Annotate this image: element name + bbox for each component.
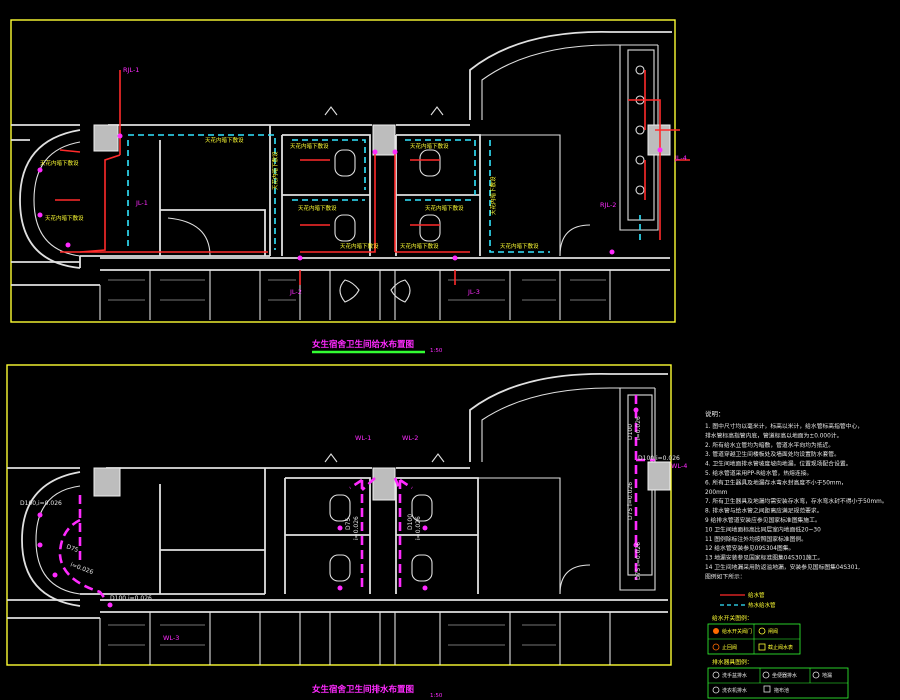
note-10: 天花内暗下敷设 (500, 242, 539, 250)
bottom-shaft-left (93, 467, 121, 497)
note-6: 天花内暗下敷设 (298, 204, 337, 212)
bottom-shaft-right (647, 461, 671, 491)
pipe-label-10: i=0.026 (635, 416, 642, 440)
legend3-item-3: 地漏 (822, 672, 832, 679)
notes-line: 200mm (705, 490, 728, 496)
notes-line: 图例如下所示： (705, 572, 746, 580)
notes-line: 13 地漏安装参见国家标准图集04S301施工。 (705, 554, 823, 562)
label-jl4: JL-4 (674, 154, 687, 162)
note-8: 天花内暗下敷设 (340, 242, 379, 250)
notes-line: 5. 给水管道采用PP-R给水管，热熔连接。 (705, 469, 812, 477)
notes-line: 排水管标高指管内底，管道标高以地面为±0.000计。 (705, 431, 842, 439)
label-wl2: WL-2 (402, 434, 418, 442)
note-3: 天花内暗下敷设 (45, 214, 84, 222)
pipe-label-8: i=0.026 (415, 516, 422, 540)
legend3-heading: 排水器具图例： (712, 658, 753, 666)
notes-line: 7. 所有卫生器具及地漏均需安装存水弯，存水弯水封不得小于50mm。 (705, 497, 888, 505)
legend-hot-label: 热水给水管 (748, 601, 776, 609)
legend2-heading: 给水开关图例： (712, 614, 753, 622)
note-2: 天花内暗下敷设 (40, 159, 79, 167)
cad-drawing: RJL-1 JL-1 JL-2 JL-3 RJL-2 JL-4 天花内暗下敷设 … (0, 0, 900, 700)
pipe-label-5: D75 (345, 518, 352, 530)
label-jl2: JL-2 (289, 288, 302, 296)
legend3-item-1: 洗衣机排水 (722, 687, 747, 694)
label-rjl1: RJL-1 (123, 66, 139, 74)
label-jl3: JL-3 (467, 288, 480, 296)
note-11: 天花内暗下敷设 (271, 151, 279, 190)
top-plan-title: 女生宿舍卫生间给水布置图 (312, 339, 414, 350)
note-9: 天花内暗下敷设 (400, 242, 439, 250)
note-5: 天花内暗下敷设 (410, 142, 449, 150)
notes-line: 14 卫生间地漏采用防返溢地漏，安装参见国标图集04S301, (705, 563, 860, 571)
bottom-shaft-center (372, 467, 396, 501)
pipe-label-2: D100,i=0.026 (638, 455, 680, 462)
note-7: 天花内暗下敷设 (425, 204, 464, 212)
bottom-plan-scale: 1:50 (430, 693, 443, 699)
label-wl4: WL-4 (671, 462, 687, 470)
legend2-item-0: 给水开关阀门 (722, 628, 752, 635)
top-plan-scale: 1:50 (430, 348, 443, 354)
pipe-label-13: D100,i=0.026 (20, 500, 62, 507)
notes-line: 4. 卫生间地面排水管坡度坡向地漏，位置现场配合设置。 (705, 460, 852, 468)
legend2-item-3: 截止阀水表 (768, 644, 793, 651)
notes-line: 2. 所有给水立管均为暗敷，管道水平向均为抵近。 (705, 441, 834, 449)
label-jl1: JL-1 (135, 199, 148, 207)
pipe-label-6: i=0.026 (353, 516, 360, 540)
legend2-item-2: 止回阀 (722, 644, 737, 651)
bottom-plan-title: 女生宿舍卫生间排水布置图 (312, 684, 414, 695)
label-wl3: WL-3 (163, 634, 179, 642)
notes-line: 6. 所有卫生器具及地漏存水弯水封高度不小于50mm， (705, 478, 847, 486)
label-rjl2: RJL-2 (600, 201, 616, 209)
notes-heading: 说明： (705, 409, 725, 418)
notes-line: 1. 图中尺寸均以毫米计，标高以米计，给水管标高指管中心， (705, 422, 863, 430)
note-4: 天花内暗下敷设 (290, 142, 329, 150)
legend3-item-2: 坐便器排水 (772, 672, 797, 679)
note-12: 天花内暗下敷设 (489, 176, 497, 215)
pipe-label-7: D100 (407, 514, 414, 530)
notes-line: 3. 管道穿越卫生间楼板处及墙面处均设置防水套管。 (705, 450, 840, 458)
legend3-item-0: 洗手盆排水 (722, 672, 747, 679)
notes-line: 11 图例除标注外均按照国家标准图例。 (705, 535, 807, 543)
pipe-label-1: D100,i=0.026 (110, 595, 152, 602)
pipe-label-12: D75 i=0.026 (635, 542, 642, 580)
pipe-label-11: D75 i=0.026 (627, 482, 634, 520)
notes-line: 8. 排水管与给水管之间距离应满足规范要求。 (705, 507, 823, 515)
legend2-item-1: 闸阀 (768, 628, 778, 635)
legend3-item-4: 拖布池 (774, 687, 789, 694)
top-shaft-left (93, 124, 119, 152)
notes-line: 9 给排水管道安装应参见国家标准图集施工。 (705, 516, 821, 524)
notes-line: 10 卫生间地面标高比同层室内地面低20~30 (705, 525, 821, 533)
pipe-label-9: D100 (627, 424, 634, 440)
note-1: 天花内暗下敷设 (205, 136, 244, 144)
label-wl1: WL-1 (355, 434, 371, 442)
notes-line: 12 给水管安装参见09S304图集。 (705, 544, 794, 552)
legend-supply-label: 给水管 (748, 591, 765, 599)
